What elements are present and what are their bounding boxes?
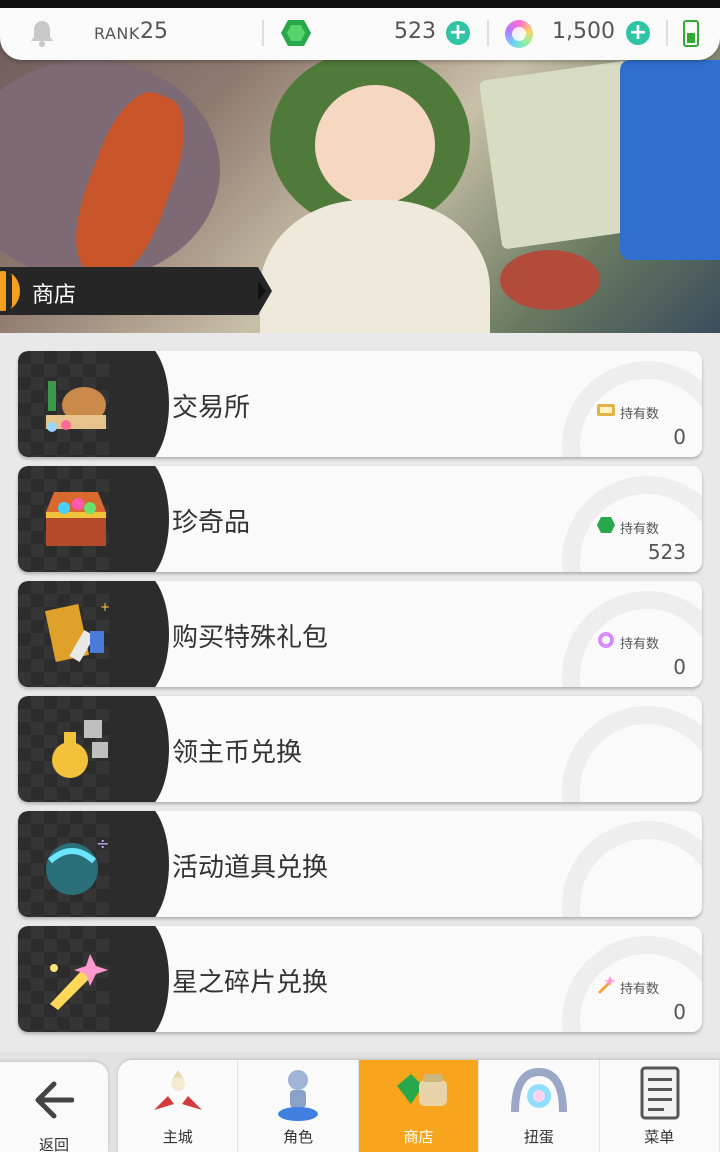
menu-list-icon	[640, 1066, 680, 1120]
nav-label: 扭蛋	[523, 1128, 554, 1146]
banner-art-bowl	[500, 250, 600, 310]
ticket-icon	[597, 404, 615, 416]
add-gem-button[interactable]: +	[446, 21, 470, 45]
menu-item-exchange[interactable]: 交易所 持有数 0	[18, 351, 702, 457]
back-label: 返回	[38, 1136, 69, 1152]
divider	[262, 20, 264, 46]
menu-item-special-pack[interactable]: + 购买特殊礼包 持有数 0	[18, 581, 702, 687]
back-button[interactable]: 返回	[0, 1062, 108, 1152]
menu-item-label: 星之碎片兑换	[172, 968, 329, 998]
holding-value: 0	[673, 655, 686, 679]
nav-item-gacha[interactable]: 扭蛋	[479, 1060, 600, 1152]
holding-value: 0	[673, 425, 686, 449]
event-orb-icon: ÷	[46, 834, 109, 895]
holding-label: 持有数	[620, 982, 660, 997]
nav-item-shop[interactable]: 商店	[358, 1060, 480, 1152]
rank-value: 25	[140, 19, 168, 44]
shop-menu-list: 交易所 持有数 0 珍奇品 持有数 523 + 购买特殊礼包 持有数 0 领主币…	[18, 351, 702, 1041]
holding-label: 持有数	[620, 522, 660, 537]
banner-art-plant	[620, 60, 720, 260]
nav-label: 主城	[162, 1128, 193, 1146]
menu-item-label: 珍奇品	[172, 508, 251, 538]
shop-icon	[396, 1074, 447, 1106]
banner-art-character-body	[260, 200, 490, 333]
gift-pack-icon: +	[44, 601, 110, 662]
castle-icon	[154, 1070, 202, 1110]
battery-icon	[683, 20, 699, 47]
bell-icon[interactable]	[30, 19, 54, 47]
menu-item-label: 购买特殊礼包	[172, 623, 329, 653]
menu-item-event-item-exchange[interactable]: ÷ 活动道具兑换	[18, 811, 702, 917]
arrow-left-icon	[35, 1081, 74, 1119]
nav-item-castle[interactable]: 主城	[118, 1060, 239, 1152]
holding-count: 持有数 0	[596, 976, 686, 1026]
character-icon	[278, 1070, 319, 1121]
svg-text:+: +	[100, 601, 110, 614]
star-shard-icon	[50, 954, 108, 1010]
holding-count: 持有数 0	[596, 631, 686, 681]
holding-label: 持有数	[620, 407, 660, 422]
rainbow-orb-icon	[598, 632, 614, 648]
nav-label: 角色	[283, 1128, 314, 1146]
rank-label: RANK	[94, 24, 140, 43]
gacha-icon	[511, 1067, 568, 1113]
menu-item-label: 活动道具兑换	[172, 853, 329, 883]
gem-amount: 523	[394, 19, 436, 44]
bottom-nav: 主城 角色 商店 扭蛋 菜单	[118, 1060, 720, 1152]
green-gem-icon	[281, 20, 311, 46]
menu-item-lord-coin-exchange[interactable]: 领主币兑换	[18, 696, 702, 802]
goods-bundle-icon	[46, 381, 106, 432]
menu-item-rare-goods[interactable]: 珍奇品 持有数 523	[18, 466, 702, 572]
bottom-bar: 返回 主城 角色 商店 扭蛋 菜单	[0, 1052, 720, 1152]
banner-art-character-face	[315, 85, 435, 205]
holding-count: 持有数 0	[596, 401, 686, 451]
menu-item-label: 领主币兑换	[172, 738, 303, 768]
holding-label: 持有数	[620, 637, 660, 652]
divider	[487, 20, 489, 46]
rainbow-orb-icon	[505, 20, 533, 48]
chevron-right-icon	[258, 281, 266, 301]
svg-text:÷: ÷	[96, 834, 109, 853]
divider	[666, 20, 668, 46]
green-gem-icon	[597, 517, 615, 533]
add-orb-button[interactable]: +	[626, 21, 650, 45]
treasure-chest-icon	[46, 492, 106, 546]
nav-item-menu[interactable]: 菜单	[600, 1060, 720, 1152]
orb-amount: 1,500	[552, 19, 615, 44]
holding-count: 持有数 523	[596, 516, 686, 566]
star-shard-small-icon	[598, 976, 616, 994]
system-status-bar	[0, 0, 720, 8]
menu-item-label: 交易所	[172, 393, 251, 423]
page-title-tab: 商店	[0, 267, 272, 315]
nav-label: 商店	[403, 1128, 434, 1146]
menu-item-star-shard-exchange[interactable]: 星之碎片兑换 持有数 0	[18, 926, 702, 1032]
holding-value: 0	[673, 1000, 686, 1024]
nav-item-character[interactable]: 角色	[238, 1060, 359, 1152]
nav-label: 菜单	[644, 1128, 675, 1146]
coin-bag-icon	[52, 720, 108, 778]
currency-bar: RANK 25 523 + 1,500 +	[0, 8, 720, 60]
holding-value: 523	[647, 540, 686, 564]
page-title: 商店	[32, 283, 77, 308]
